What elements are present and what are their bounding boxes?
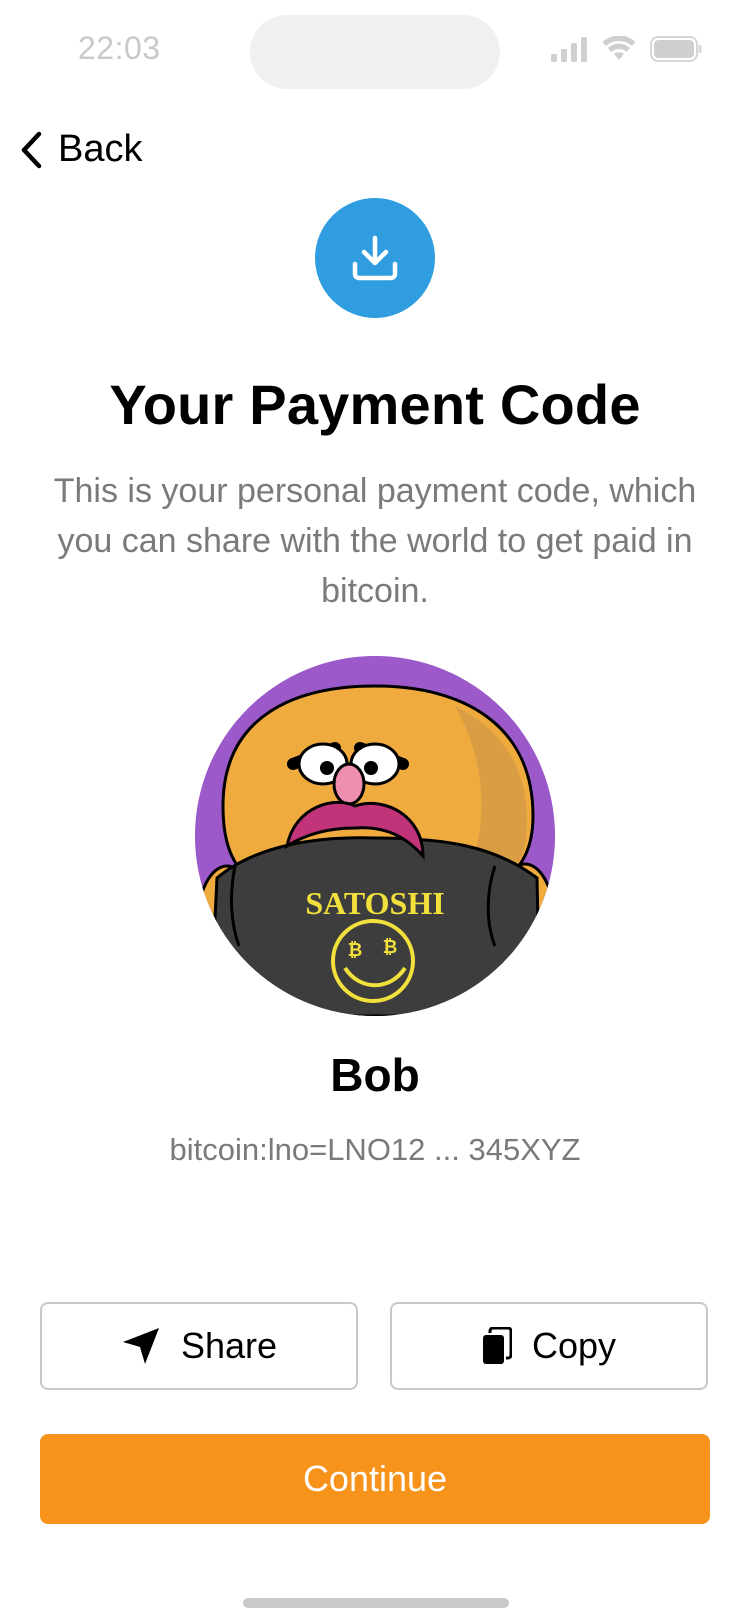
avatar: SATOSHI ₿ ₿ [195, 656, 555, 1016]
back-label: Back [58, 128, 143, 170]
receive-badge [315, 198, 435, 318]
copy-label: Copy [531, 1325, 617, 1366]
battery-icon [650, 36, 702, 62]
continue-label: Continue [302, 1458, 448, 1499]
dynamic-island [250, 15, 500, 89]
svg-text:₿: ₿ [383, 937, 398, 958]
svg-text:₿: ₿ [348, 940, 363, 961]
signal-icon [551, 37, 587, 62]
receive-icon [352, 235, 398, 281]
page-subtitle: This is your personal payment code, whic… [53, 472, 697, 610]
chevron-left-icon [21, 131, 42, 168]
avatar-illustration: SATOSHI ₿ ₿ [195, 656, 555, 1016]
profile-name: Bob [330, 1049, 420, 1101]
share-label: Share [180, 1325, 278, 1366]
copy-icon [482, 1327, 512, 1364]
shirt-text: SATOSHI [305, 885, 444, 921]
status-time: 22:03 [78, 30, 161, 66]
wifi-icon [602, 36, 636, 60]
status-icons [550, 36, 702, 62]
page-title: Your Payment Code [109, 373, 641, 436]
continue-button[interactable]: Continue [40, 1434, 710, 1524]
copy-button[interactable]: Copy [390, 1302, 708, 1390]
home-indicator [243, 1598, 509, 1608]
share-button[interactable]: Share [40, 1302, 358, 1390]
send-icon [122, 1328, 159, 1364]
payment-code[interactable]: bitcoin:lno=LNO12 ... 345XYZ [0, 1132, 750, 1168]
back-button[interactable]: Back [18, 128, 142, 171]
